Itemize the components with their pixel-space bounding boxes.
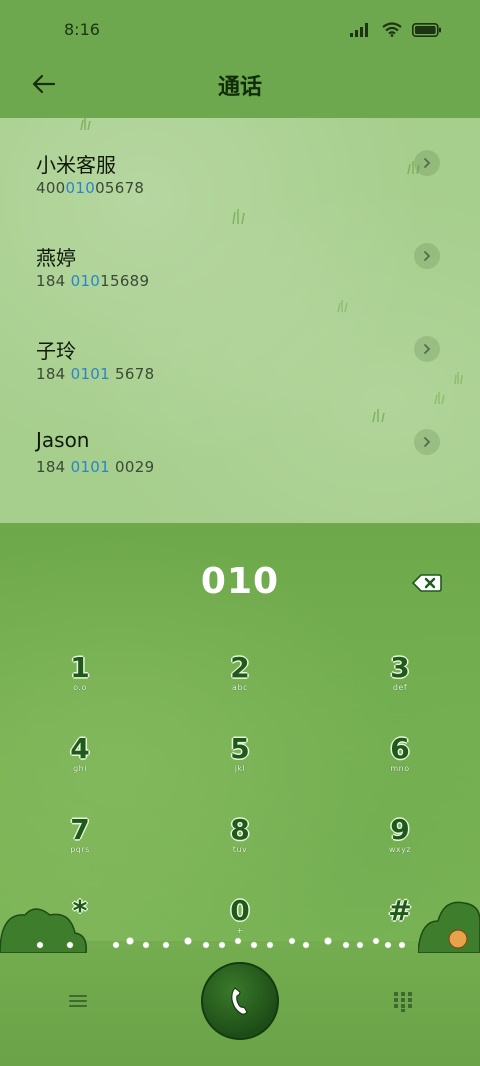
contact-results-list: 小米客服 40001005678 燕婷 184 01015689 子玲 184 … <box>0 118 480 523</box>
contact-name: 小米客服 <box>36 153 116 177</box>
number-suffix: 5678 <box>109 365 155 383</box>
dial-key-6[interactable]: 6 mno <box>360 734 440 796</box>
contact-detail-button[interactable] <box>414 243 440 269</box>
hamburger-menu-icon <box>69 995 87 1007</box>
battery-icon <box>412 22 441 37</box>
key-digit: 9 <box>390 813 410 846</box>
number-match-highlight: 010 <box>65 179 96 197</box>
key-digit: 2 <box>230 651 250 684</box>
contact-number: 184 0101 0029 <box>36 458 154 476</box>
key-letters: mno <box>390 764 410 773</box>
contact-number: 40001005678 <box>36 179 144 197</box>
signal-icon <box>350 22 368 37</box>
dial-key-7[interactable]: 7 pqrs <box>40 815 120 877</box>
chevron-right-icon <box>424 437 431 447</box>
number-prefix: 184 <box>36 458 71 476</box>
key-digit: * <box>72 894 88 927</box>
number-suffix: 05678 <box>95 179 145 197</box>
contact-detail-button[interactable] <box>414 336 440 362</box>
key-letters: abc <box>232 683 248 692</box>
header: 通话 <box>0 60 480 118</box>
contact-result-item[interactable]: Jason 184 0101 0029 <box>0 397 480 490</box>
key-letters: wxyz <box>388 845 412 854</box>
key-digit: 5 <box>230 732 250 765</box>
key-letters: o.o <box>73 683 87 692</box>
key-letters: jkl <box>234 764 246 773</box>
contact-number: 184 01015689 <box>36 272 149 290</box>
dial-key-hash[interactable]: # <box>360 896 440 958</box>
number-prefix: 184 <box>36 272 71 290</box>
dial-key-1[interactable]: 1 o.o <box>40 653 120 715</box>
key-digit: 4 <box>70 732 90 765</box>
wifi-icon <box>382 22 402 37</box>
dial-key-3[interactable]: 3 def <box>360 653 440 715</box>
chevron-right-icon <box>424 158 431 168</box>
key-letters: ghi <box>73 764 87 773</box>
keypad-toggle-button[interactable] <box>392 990 414 1012</box>
number-suffix: 0029 <box>109 458 155 476</box>
key-letters: + <box>236 926 244 935</box>
dial-key-9[interactable]: 9 wxyz <box>360 815 440 877</box>
contact-detail-button[interactable] <box>414 150 440 176</box>
dial-key-0[interactable]: 0 + <box>200 896 280 958</box>
dialed-number-display[interactable]: 010 <box>0 561 480 602</box>
chevron-right-icon <box>424 344 431 354</box>
menu-button[interactable] <box>66 991 90 1011</box>
phone-icon <box>231 987 248 1015</box>
dial-key-4[interactable]: 4 ghi <box>40 734 120 796</box>
dial-key-2[interactable]: 2 abc <box>200 653 280 715</box>
backspace-icon <box>411 574 442 592</box>
contact-detail-button[interactable] <box>414 429 440 455</box>
key-digit: 8 <box>230 813 250 846</box>
key-digit: 1 <box>70 651 90 684</box>
dial-key-8[interactable]: 8 tuv <box>200 815 280 877</box>
contact-result-item[interactable]: 小米客服 40001005678 <box>0 118 480 211</box>
contact-name: 子玲 <box>36 339 76 363</box>
dial-key-star[interactable]: * <box>40 896 120 958</box>
status-icons <box>350 22 442 37</box>
backspace-button[interactable] <box>411 573 442 593</box>
status-time: 8:16 <box>64 20 100 39</box>
contact-name: Jason <box>36 428 90 452</box>
key-digit: # <box>388 894 412 927</box>
number-match-highlight: 0101 <box>70 365 110 383</box>
key-digit: 7 <box>70 813 90 846</box>
chevron-right-icon <box>424 251 431 261</box>
contact-result-item[interactable]: 子玲 184 0101 5678 <box>0 304 480 397</box>
number-prefix: 400 <box>36 179 66 197</box>
call-button[interactable] <box>201 962 279 1040</box>
number-match-highlight: 010 <box>70 272 101 290</box>
key-letters: tuv <box>232 845 248 854</box>
status-bar: 8:16 <box>0 0 480 60</box>
contact-result-item[interactable]: 燕婷 184 01015689 <box>0 211 480 304</box>
key-digit: 0 <box>230 894 250 927</box>
key-letters: pqrs <box>70 845 90 854</box>
dialpad-icon <box>394 992 412 1012</box>
key-letters: def <box>392 683 408 692</box>
contact-name: 燕婷 <box>36 246 76 270</box>
number-prefix: 184 <box>36 365 71 383</box>
key-digit: 6 <box>390 732 410 765</box>
dial-key-5[interactable]: 5 jkl <box>200 734 280 796</box>
contact-number: 184 0101 5678 <box>36 365 154 383</box>
page-title: 通话 <box>217 75 262 100</box>
number-suffix: 15689 <box>100 272 150 290</box>
key-digit: 3 <box>390 651 410 684</box>
number-match-highlight: 0101 <box>70 458 110 476</box>
